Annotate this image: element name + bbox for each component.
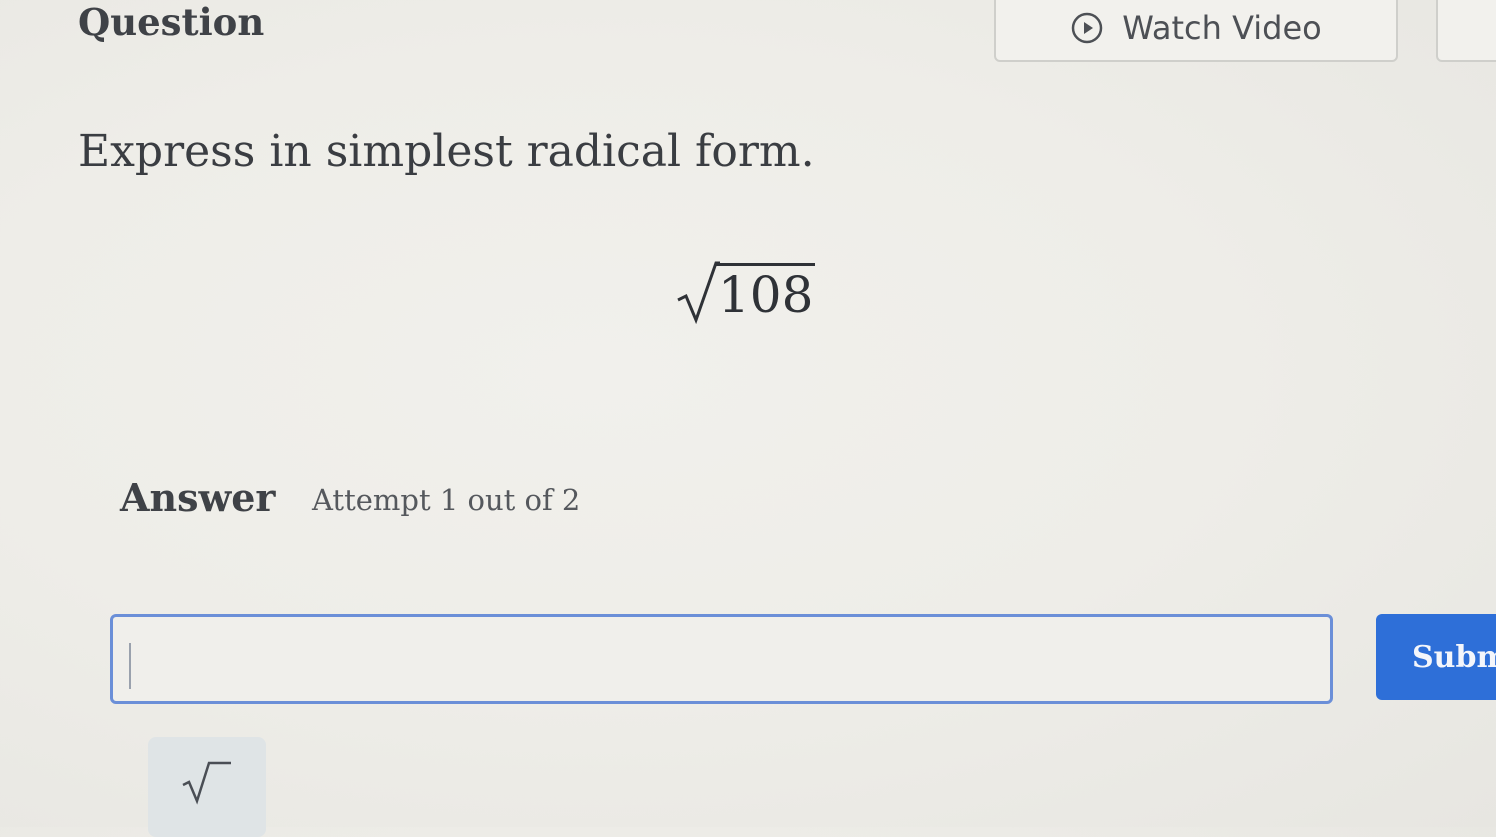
answer-input[interactable] xyxy=(110,614,1333,704)
submit-button[interactable]: Submit xyxy=(1376,614,1496,700)
square-root-icon xyxy=(182,761,231,805)
question-prompt: Express in simplest radical form. xyxy=(78,126,815,177)
radicand: 108 xyxy=(716,263,816,324)
question-title: Question xyxy=(78,0,265,44)
attempt-counter: Attempt 1 out of 2 xyxy=(312,483,581,517)
answer-label: Answer xyxy=(120,475,276,520)
insert-square-root-button[interactable] xyxy=(148,737,266,837)
radical-sign-icon xyxy=(677,261,720,324)
question-page: Question Watch Video Express in simplest… xyxy=(0,0,1496,837)
play-circle-icon xyxy=(1072,12,1103,44)
watch-video-label: Watch Video xyxy=(1122,9,1322,47)
text-cursor xyxy=(129,643,131,689)
secondary-header-button[interactable] xyxy=(1436,0,1496,62)
watch-video-button[interactable]: Watch Video xyxy=(994,0,1398,62)
radical-expression: 108 xyxy=(676,252,816,324)
